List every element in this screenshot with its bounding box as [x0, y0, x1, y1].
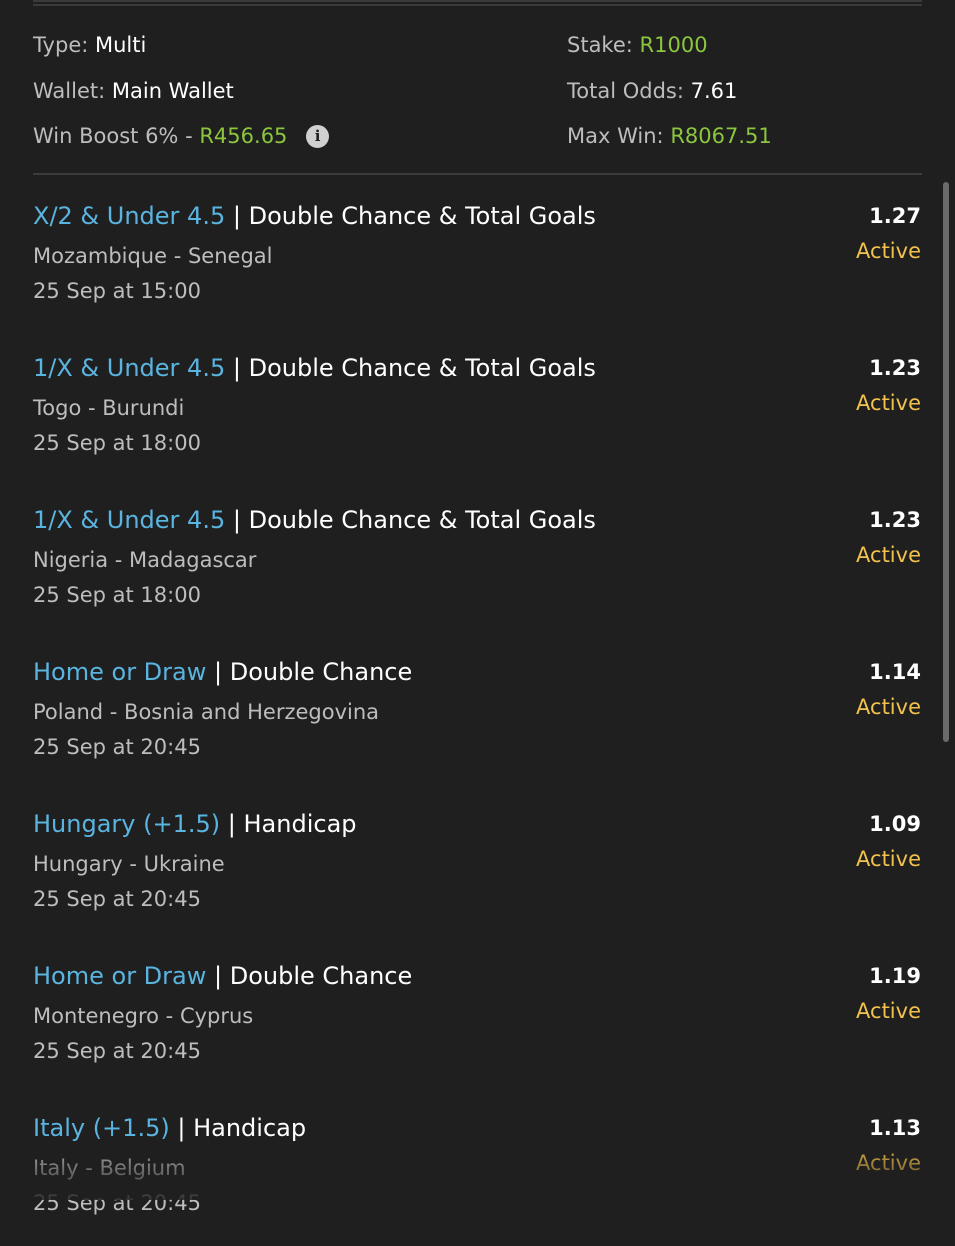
max-win-label: Max Win: [567, 124, 664, 148]
leg-odds: 1.13 [869, 1116, 921, 1140]
info-icon[interactable]: i [306, 125, 330, 148]
total-odds-label: Total Odds: [567, 79, 684, 103]
leg-market: Double Chance [229, 962, 413, 990]
leg-separator: | [214, 658, 223, 686]
leg-odds: 1.14 [869, 660, 921, 684]
win-boost: Win Boost 6% - R456.65 i [33, 122, 330, 150]
max-win-value: R8067.51 [670, 124, 772, 148]
leg-match: Nigeria - Madagascar [33, 548, 257, 572]
leg-title: Hungary (+1.5) | Handicap [33, 808, 357, 840]
stake-value: R1000 [639, 33, 708, 57]
bet-leg[interactable]: Home or Draw | Double Chance Montenegro … [0, 942, 940, 1094]
leg-title: 1/X & Under 4.5 | Double Chance & Total … [33, 504, 596, 536]
leg-match: Hungary - Ukraine [33, 852, 225, 876]
leg-market: Double Chance [229, 658, 413, 686]
leg-market: Double Chance & Total Goals [248, 354, 596, 382]
leg-selection[interactable]: 1/X & Under 4.5 [33, 354, 225, 382]
leg-title: 1/X & Under 4.5 | Double Chance & Total … [33, 352, 596, 384]
leg-status: Active [856, 391, 921, 415]
leg-match: Poland - Bosnia and Herzegovina [33, 700, 380, 724]
total-odds: Total Odds: 7.61 [567, 77, 737, 105]
bet-leg[interactable]: 1/X & Under 4.5 | Double Chance & Total … [0, 486, 940, 638]
leg-odds: 1.19 [869, 964, 921, 988]
leg-selection[interactable]: 1/X & Under 4.5 [33, 506, 225, 534]
bet-leg[interactable]: X/2 & Under 4.5 | Double Chance & Total … [0, 182, 940, 334]
leg-selection[interactable]: Home or Draw [33, 658, 206, 686]
leg-separator: | [232, 354, 241, 382]
leg-market: Handicap [243, 810, 357, 838]
leg-status: Active [856, 999, 921, 1023]
stake: Stake: R1000 [567, 31, 708, 59]
leg-selection[interactable]: Hungary (+1.5) [33, 810, 220, 838]
summary-divider [33, 173, 922, 175]
leg-status: Active [856, 1151, 921, 1175]
leg-kickoff-time: 25 Sep at 20:45 [33, 1039, 201, 1063]
bet-leg[interactable]: Italy (+1.5) | Handicap Italy - Belgium … [0, 1094, 940, 1246]
wallet-value: Main Wallet [111, 79, 234, 103]
scrollbar-thumb[interactable] [943, 182, 949, 742]
bet-leg[interactable]: Hungary (+1.5) | Handicap Hungary - Ukra… [0, 790, 940, 942]
wallet-label: Wallet: [33, 79, 106, 103]
bet-leg[interactable]: Home or Draw | Double Chance Poland - Bo… [0, 638, 940, 790]
leg-status: Active [856, 543, 921, 567]
leg-odds: 1.09 [869, 812, 921, 836]
total-odds-value: 7.61 [690, 79, 738, 103]
max-win: Max Win: R8067.51 [567, 122, 772, 150]
leg-status: Active [856, 239, 921, 263]
leg-title: X/2 & Under 4.5 | Double Chance & Total … [33, 200, 596, 232]
leg-kickoff-time: 25 Sep at 15:00 [33, 279, 201, 303]
leg-title: Home or Draw | Double Chance [33, 960, 412, 992]
leg-separator: | [214, 962, 223, 990]
bet-type: Type: Multi [33, 31, 146, 59]
leg-odds: 1.23 [869, 356, 921, 380]
leg-separator: | [227, 810, 236, 838]
leg-title: Home or Draw | Double Chance [33, 656, 412, 688]
leg-selection[interactable]: Italy (+1.5) [33, 1114, 170, 1142]
wallet: Wallet: Main Wallet [33, 77, 234, 105]
leg-kickoff-time: 25 Sep at 20:45 [33, 735, 201, 759]
leg-kickoff-time: 25 Sep at 18:00 [33, 431, 201, 455]
leg-match: Togo - Burundi [33, 396, 185, 420]
bet-leg[interactable]: 1/X & Under 4.5 | Double Chance & Total … [0, 334, 940, 486]
leg-market: Double Chance & Total Goals [248, 202, 596, 230]
leg-selection[interactable]: X/2 & Under 4.5 [33, 202, 225, 230]
leg-market: Double Chance & Total Goals [248, 506, 596, 534]
leg-kickoff-time: 25 Sep at 20:45 [33, 887, 201, 911]
win-boost-label: Win Boost 6% - [33, 124, 193, 148]
leg-status: Active [856, 695, 921, 719]
leg-separator: | [232, 202, 241, 230]
leg-status: Active [856, 847, 921, 871]
leg-odds: 1.27 [869, 204, 921, 228]
bet-type-label: Type: [33, 33, 89, 57]
leg-match: Italy - Belgium [33, 1156, 186, 1180]
bet-summary: Type: Multi Wallet: Main Wallet Win Boos… [0, 0, 955, 175]
leg-selection[interactable]: Home or Draw [33, 962, 206, 990]
win-boost-value: R456.65 [199, 124, 288, 148]
leg-match: Mozambique - Senegal [33, 244, 273, 268]
leg-market: Handicap [193, 1114, 307, 1142]
leg-kickoff-time: 25 Sep at 18:00 [33, 583, 201, 607]
stake-label: Stake: [567, 33, 633, 57]
bet-type-value: Multi [95, 33, 147, 57]
leg-separator: | [232, 506, 241, 534]
leg-title: Italy (+1.5) | Handicap [33, 1112, 306, 1144]
leg-match: Montenegro - Cyprus [33, 1004, 254, 1028]
leg-odds: 1.23 [869, 508, 921, 532]
leg-separator: | [177, 1114, 186, 1142]
leg-kickoff-time: 25 Sep at 20:45 [33, 1191, 201, 1215]
